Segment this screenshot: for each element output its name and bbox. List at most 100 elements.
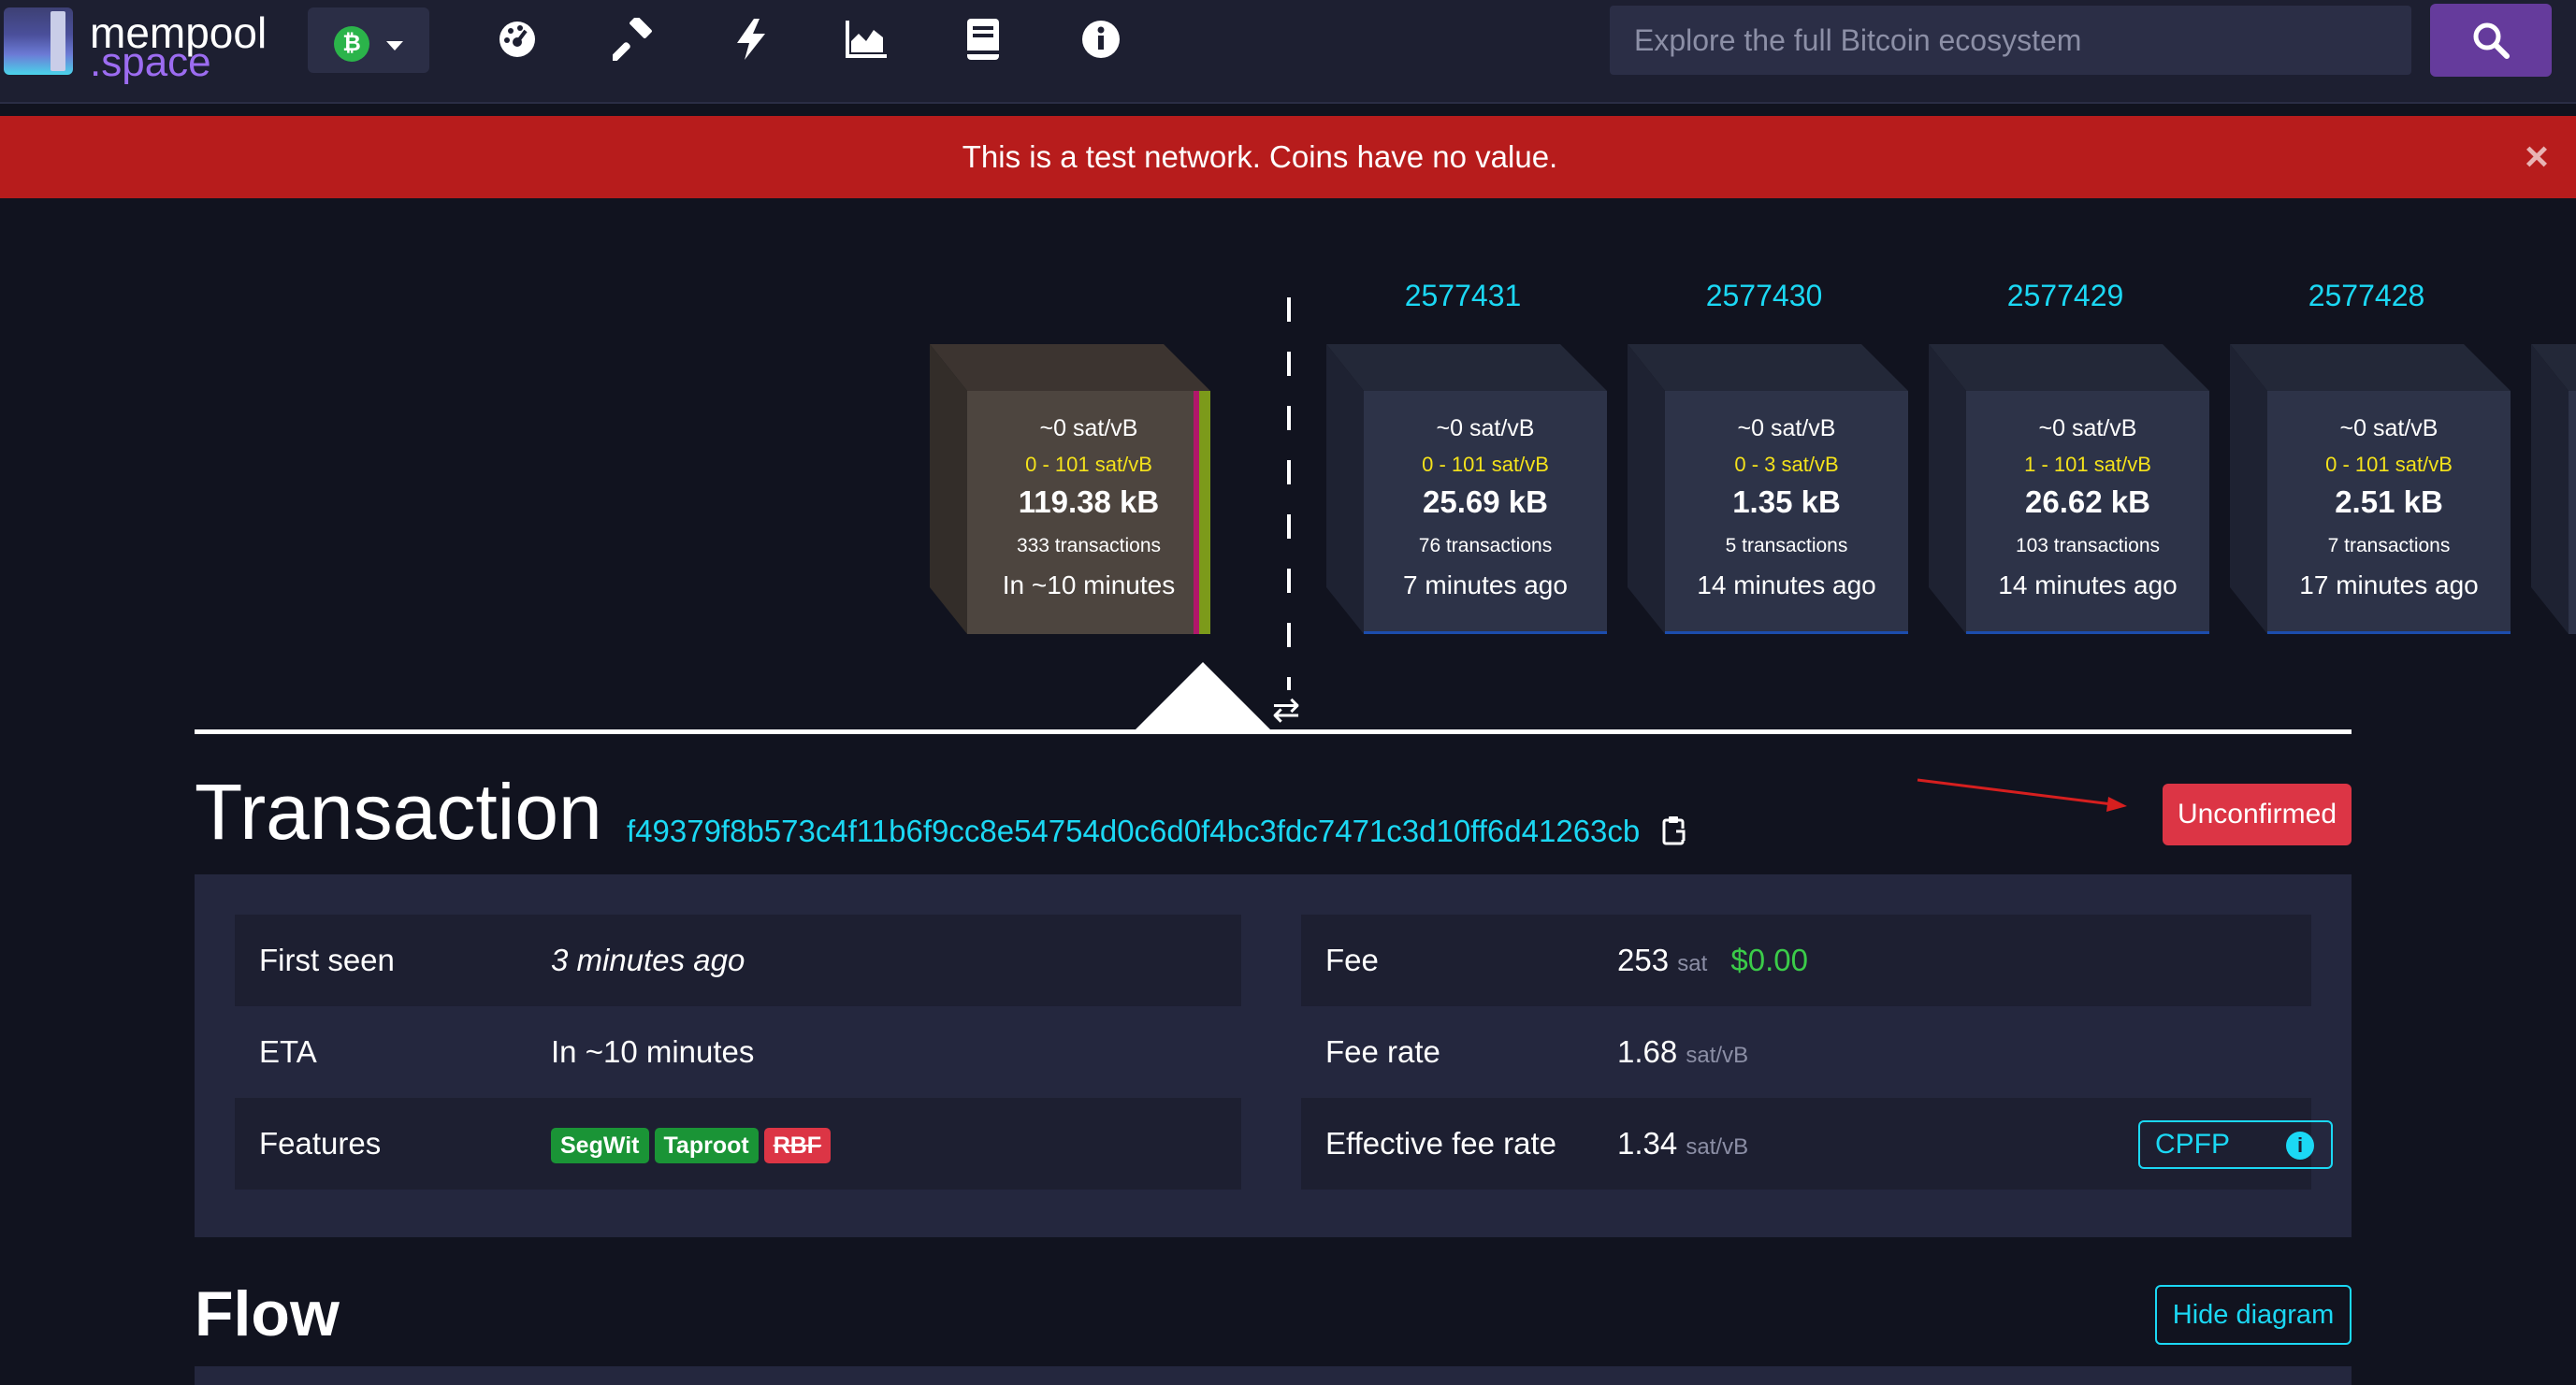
effective-fee-rate-group: 1.34 sat/vB bbox=[1617, 1098, 1748, 1193]
info-icon: i bbox=[2286, 1132, 2314, 1160]
taproot-tag[interactable]: Taproot bbox=[654, 1128, 759, 1164]
rbf-tag[interactable]: RBF bbox=[763, 1128, 832, 1164]
fee-rate-value: 1.68 bbox=[1617, 1034, 1678, 1069]
flow-section-title: Flow bbox=[195, 1278, 340, 1349]
features-tags: SegWit Taproot RBF bbox=[551, 1098, 836, 1190]
block-tx-count: 5 transactions bbox=[1725, 535, 1848, 556]
block-time: 17 minutes ago bbox=[2299, 570, 2479, 599]
mempool-block[interactable]: ~0 sat/vB 0 - 101 sat/vB 119.38 kB 333 t… bbox=[930, 344, 1210, 634]
network-selector[interactable]: ₿ bbox=[308, 7, 429, 73]
effective-fee-rate-unit: sat/vB bbox=[1686, 1134, 1749, 1160]
logo-text-space: .space bbox=[90, 39, 211, 85]
fee-fiat: $0.00 bbox=[1730, 943, 1809, 977]
block-size: 2.51 kB bbox=[2335, 484, 2443, 519]
block-top-face bbox=[930, 344, 1210, 391]
selected-block-arrow bbox=[1136, 662, 1270, 729]
caret-down-icon bbox=[386, 41, 403, 50]
banner-text: This is a test network. Coins have no va… bbox=[962, 139, 1558, 174]
block-side-face bbox=[1929, 344, 1966, 634]
block-median-fee: ~0 sat/vB bbox=[1436, 415, 1535, 441]
effective-fee-rate-label: Effective fee rate bbox=[1325, 1126, 1557, 1161]
block-fee-range: 0 - 101 sat/vB bbox=[1422, 453, 1549, 476]
testnet-warning-banner: This is a test network. Coins have no va… bbox=[0, 116, 2576, 198]
mined-block[interactable]: ~0 sat/vB 0 - 101 sat/vB 2.51 kB 7 trans… bbox=[2230, 344, 2511, 634]
annotation-arrow-icon bbox=[1917, 778, 2127, 812]
block-height-link[interactable]: 2577430 bbox=[1624, 279, 1904, 313]
block-tx-count: 103 transactions bbox=[2015, 535, 2161, 556]
navbar: mempool .space ₿ Explore the full Bitcoi… bbox=[0, 0, 2576, 104]
block-time: In ~10 minutes bbox=[1002, 570, 1176, 599]
block-median-fee: ~0 sat/vB bbox=[1039, 415, 1138, 441]
block-fee-range: 1 - 101 sat/vB bbox=[2024, 453, 2151, 476]
block-height-link[interactable]: 2577429 bbox=[1925, 279, 2206, 313]
blockchain-separator bbox=[195, 729, 2352, 734]
fee-value-group: 253 sat $0.00 bbox=[1617, 915, 1808, 1010]
transaction-id-link[interactable]: f49379f8b573c4f11b6f9cc8e54754d0c6d0f4bc… bbox=[627, 814, 1640, 849]
docs-book-icon[interactable] bbox=[957, 13, 1009, 65]
detail-row-first-seen: First seen 3 minutes ago bbox=[235, 915, 1241, 1006]
first-seen-label: First seen bbox=[259, 943, 395, 977]
lightning-icon[interactable] bbox=[725, 13, 777, 65]
mempool-logo-icon bbox=[4, 7, 73, 75]
block-tx-count: 76 transactions bbox=[1418, 535, 1553, 556]
fee-rate-group: 1.68 sat/vB bbox=[1617, 1006, 1748, 1102]
block-time: 14 minutes ago bbox=[1697, 570, 1876, 599]
block-time: 14 minutes ago bbox=[1998, 570, 2178, 599]
mined-block-partial[interactable] bbox=[2531, 344, 2576, 634]
cpfp-label: CPFP bbox=[2155, 1129, 2231, 1160]
fee-unit: sat bbox=[1677, 951, 1708, 976]
block-face: ~0 sat/vB 0 - 101 sat/vB 2.51 kB 7 trans… bbox=[2267, 391, 2511, 634]
detail-row-fee: Fee 253 sat $0.00 bbox=[1301, 915, 2311, 1006]
fee-value: 253 bbox=[1617, 943, 1670, 977]
mining-hammer-icon[interactable] bbox=[608, 13, 660, 65]
fee-stripe bbox=[1199, 391, 1210, 634]
eta-value: In ~10 minutes bbox=[551, 1034, 755, 1069]
block-median-fee: ~0 sat/vB bbox=[2038, 415, 2137, 441]
block-top-face bbox=[2230, 344, 2511, 391]
block-top-face bbox=[1326, 344, 1607, 391]
block-height-link[interactable]: 2577431 bbox=[1323, 279, 1603, 313]
block-side-face bbox=[2531, 344, 2569, 634]
hide-diagram-button[interactable]: Hide diagram bbox=[2155, 1285, 2352, 1345]
block-median-fee: ~0 sat/vB bbox=[1737, 415, 1836, 441]
block-fee-range: 0 - 101 sat/vB bbox=[1025, 453, 1152, 476]
features-label: Features bbox=[259, 1126, 382, 1161]
block-height-link[interactable]: 2577428 bbox=[2226, 279, 2507, 313]
bitcoin-testnet-icon: ₿ bbox=[334, 26, 369, 62]
graphs-icon[interactable] bbox=[840, 13, 892, 65]
segwit-tag[interactable]: SegWit bbox=[551, 1128, 649, 1164]
dashboard-icon[interactable] bbox=[491, 13, 543, 65]
block-top-face bbox=[1628, 344, 1908, 391]
copy-clipboard-icon[interactable] bbox=[1661, 815, 1687, 845]
fee-label: Fee bbox=[1325, 943, 1379, 977]
block-size: 1.35 kB bbox=[1732, 484, 1841, 519]
about-info-icon[interactable] bbox=[1075, 13, 1127, 65]
block-top-face bbox=[1929, 344, 2209, 391]
detail-row-fee-rate: Fee rate 1.68 sat/vB bbox=[1301, 1006, 2311, 1098]
block-size: 26.62 kB bbox=[2025, 484, 2150, 519]
block-face: ~0 sat/vB 0 - 3 sat/vB 1.35 kB 5 transac… bbox=[1665, 391, 1908, 634]
close-icon[interactable]: × bbox=[2514, 135, 2559, 180]
fee-rate-unit: sat/vB bbox=[1686, 1043, 1749, 1068]
fee-rate-label: Fee rate bbox=[1325, 1034, 1440, 1069]
flow-diagram-container bbox=[195, 1366, 2352, 1385]
eta-label: ETA bbox=[259, 1034, 317, 1069]
detail-row-features: Features SegWit Taproot RBF bbox=[235, 1098, 1241, 1190]
block-fee-range: 0 - 3 sat/vB bbox=[1734, 453, 1839, 476]
block-tx-count: 333 transactions bbox=[1016, 535, 1162, 556]
search-icon bbox=[2473, 22, 2510, 59]
mined-block[interactable]: ~0 sat/vB 0 - 3 sat/vB 1.35 kB 5 transac… bbox=[1628, 344, 1908, 634]
mempool-logo[interactable]: mempool .space bbox=[4, 7, 284, 85]
block-size: 25.69 kB bbox=[1423, 484, 1548, 519]
mined-block[interactable]: ~0 sat/vB 0 - 101 sat/vB 25.69 kB 76 tra… bbox=[1326, 344, 1607, 634]
block-tx-count: 7 transactions bbox=[2327, 535, 2451, 556]
cpfp-button[interactable]: CPFP i bbox=[2138, 1120, 2333, 1169]
block-side-face bbox=[930, 344, 967, 634]
swap-direction-icon[interactable]: ⇄ bbox=[1272, 690, 1300, 729]
search-button[interactable] bbox=[2430, 4, 2552, 77]
effective-fee-rate-value: 1.34 bbox=[1617, 1126, 1678, 1161]
search-input[interactable]: Explore the full Bitcoin ecosystem bbox=[1610, 6, 2411, 75]
mined-block[interactable]: ~0 sat/vB 1 - 101 sat/vB 26.62 kB 103 tr… bbox=[1929, 344, 2209, 634]
first-seen-value: 3 minutes ago bbox=[551, 943, 745, 977]
page-title: Transaction bbox=[195, 768, 602, 856]
